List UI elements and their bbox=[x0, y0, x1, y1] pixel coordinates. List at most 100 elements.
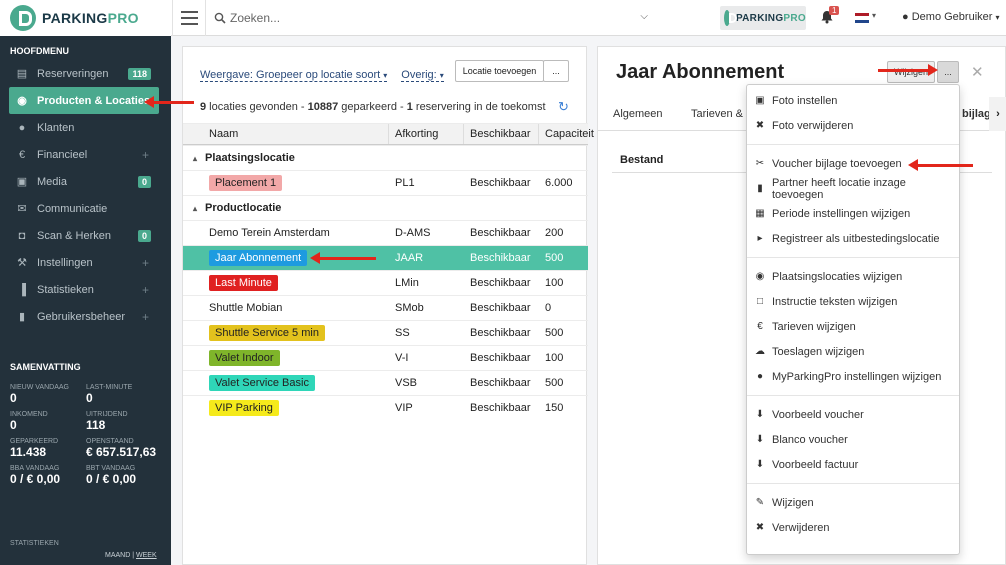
search-input[interactable]: Zoeken... ⌵ bbox=[214, 7, 654, 29]
menu-item-registreer-als-uitbestedingslocatie[interactable]: ▸ Registreer als uitbestedingslocatie bbox=[747, 226, 959, 251]
refresh-icon[interactable]: ↻ bbox=[558, 99, 569, 115]
table-row[interactable]: Shuttle Mobian SMob Beschikbaar 0 bbox=[183, 295, 588, 320]
menu-item-voorbeeld-voucher[interactable]: ⬇ Voorbeeld voucher bbox=[747, 402, 959, 427]
table-group-header[interactable]: Productlocatie bbox=[183, 195, 588, 220]
chevron-down-icon[interactable]: ▾ bbox=[872, 11, 876, 20]
more-options-button[interactable]: ... bbox=[543, 60, 569, 82]
sidebar-item-producten-locaties[interactable]: ◉ Producten & Locaties bbox=[9, 87, 159, 114]
more-options-button[interactable]: ... bbox=[937, 61, 959, 83]
table-row[interactable]: VIP Parking VIP Beschikbaar 150 bbox=[183, 395, 588, 420]
cell-capacity: 100 bbox=[545, 277, 564, 289]
tab-algemeen[interactable]: Algemeen bbox=[613, 108, 663, 120]
count-badge: 0 bbox=[137, 175, 151, 188]
menu-item-label: Partner heeft locatie inzage toevoegen bbox=[771, 176, 906, 201]
table-row[interactable]: Shuttle Service 5 min SS Beschikbaar 500 bbox=[183, 320, 588, 345]
sidebar-item-communicatie[interactable]: ✉ Communicatie bbox=[0, 195, 171, 222]
menu-item-verwijderen[interactable]: ✖ Verwijderen bbox=[747, 515, 959, 540]
cell-availability: Beschikbaar bbox=[470, 177, 531, 189]
column-header[interactable]: Capaciteit bbox=[539, 124, 594, 144]
menu-item-blanco-voucher[interactable]: ⬇ Blanco voucher bbox=[747, 427, 959, 452]
table-group-header[interactable]: Plaatsingslocatie bbox=[183, 145, 588, 170]
plus-icon[interactable]: + bbox=[142, 256, 149, 270]
column-header[interactable]: Beschikbaar bbox=[464, 124, 539, 144]
cell-abbreviation: SMob bbox=[395, 302, 424, 314]
cell-name: Last Minute bbox=[183, 271, 389, 295]
menu-divider bbox=[747, 257, 959, 258]
table-row[interactable]: Valet Indoor V-I Beschikbaar 100 bbox=[183, 345, 588, 370]
menu-item-instructie-teksten-wijzigen[interactable]: □ Instructie teksten wijzigen bbox=[747, 289, 959, 314]
sidebar-item-media[interactable]: ▣ Media 0 bbox=[0, 168, 171, 195]
brand-logo[interactable]: PARKINGPRO bbox=[0, 0, 171, 36]
chevron-right-icon[interactable]: › bbox=[989, 97, 1006, 131]
sidebar-menu-title: HOOFDMENU bbox=[10, 46, 69, 56]
other-dropdown[interactable]: Overig: ▾ bbox=[401, 69, 444, 82]
count-badge: 0 bbox=[137, 229, 151, 242]
sidebar-item-reserveringen[interactable]: ▤ Reserveringen 118 bbox=[0, 60, 171, 87]
table-row[interactable]: Last Minute LMin Beschikbaar 100 bbox=[183, 270, 588, 295]
download-icon: ⬇ bbox=[755, 434, 765, 445]
dutch-flag-icon[interactable] bbox=[855, 13, 869, 23]
cell-capacity: 500 bbox=[545, 252, 564, 264]
table-row[interactable]: Jaar Abonnement JAAR Beschikbaar 500 bbox=[183, 245, 588, 270]
sidebar-item-label: Media bbox=[37, 175, 67, 188]
euro-icon: € bbox=[18, 148, 26, 161]
sidebar-item-instellingen[interactable]: ⚒ Instellingen + bbox=[0, 249, 171, 276]
summary-stat-label: NIEUW VANDAAG bbox=[10, 384, 69, 391]
tab-tarieven[interactable]: Tarieven & T bbox=[691, 108, 753, 120]
summary-stat-value: 11.438 bbox=[10, 445, 47, 459]
plus-icon[interactable]: + bbox=[142, 283, 149, 297]
menu-item-wijzigen[interactable]: ✎ Wijzigen bbox=[747, 490, 959, 515]
menu-divider bbox=[747, 483, 959, 484]
image-icon: ▣ bbox=[16, 176, 28, 188]
column-header[interactable]: Afkorting bbox=[389, 124, 464, 144]
cell-capacity: 6.000 bbox=[545, 177, 573, 189]
sidebar-item-label: Communicatie bbox=[37, 202, 108, 215]
close-icon[interactable]: ✕ bbox=[971, 63, 984, 81]
summary-stat: BBT VANDAAG 0 / € 0,00 bbox=[86, 465, 166, 490]
user-menu[interactable]: ● Demo Gebruiker ▾ bbox=[902, 11, 1000, 23]
period-week-link[interactable]: WEEK bbox=[136, 552, 157, 559]
menu-item-plaatsingslocaties-wijzigen[interactable]: ◉ Plaatsingslocaties wijzigen bbox=[747, 264, 959, 289]
menu-item-toeslagen-wijzigen[interactable]: ☁ Toeslagen wijzigen bbox=[747, 339, 959, 364]
group-label: Plaatsingslocatie bbox=[205, 152, 295, 164]
table-row[interactable]: Placement 1 PL1 Beschikbaar 6.000 bbox=[183, 170, 588, 195]
view-group-dropdown[interactable]: Weergave: Groepeer op locatie soort ▾ bbox=[200, 69, 388, 82]
location-name-tag: Shuttle Service 5 min bbox=[209, 325, 325, 341]
menu-item-foto-verwijderen[interactable]: ✖ Foto verwijderen bbox=[747, 113, 959, 138]
sidebar-item-gebruikersbeheer[interactable]: ▮ Gebruikersbeheer + bbox=[0, 303, 171, 330]
summary-stat-value: 0 bbox=[10, 418, 17, 432]
tags-icon: ▸ bbox=[757, 233, 763, 244]
menu-item-voorbeeld-factuur[interactable]: ⬇ Voorbeeld factuur bbox=[747, 452, 959, 477]
briefcase-icon: ▮ bbox=[18, 311, 26, 323]
period-month-link[interactable]: MAAND bbox=[105, 552, 130, 559]
add-location-button[interactable]: Locatie toevoegen bbox=[455, 60, 544, 82]
sidebar-item-statistieken[interactable]: ▐ Statistieken + bbox=[0, 276, 171, 303]
partner-logo-text: PARKINGPRO bbox=[735, 12, 806, 24]
chevron-down-icon[interactable]: ⌵ bbox=[640, 11, 648, 22]
cell-name: Shuttle Mobian bbox=[183, 296, 389, 320]
menu-toggle-icon[interactable] bbox=[172, 0, 206, 36]
menu-item-foto-instellen[interactable]: ▣ Foto instellen bbox=[747, 88, 959, 113]
menu-item-myparkingpro-instellingen-wijzigen[interactable]: ● MyParkingPro instellingen wijzigen bbox=[747, 364, 959, 389]
sidebar-item-financieel[interactable]: € Financieel + bbox=[0, 141, 171, 168]
partner-logo: PARKINGPRO bbox=[720, 6, 806, 30]
bar-chart-icon: ▐ bbox=[18, 283, 26, 296]
cloud-icon: ☁ bbox=[755, 346, 765, 357]
sidebar-item-klanten[interactable]: ● Klanten bbox=[0, 114, 171, 141]
tab-bijlagen[interactable]: bijlag bbox=[962, 108, 991, 120]
menu-item-partner-heeft-locatie-inzage-toevoegen[interactable]: ▮ Partner heeft locatie inzage toevoegen bbox=[747, 176, 959, 201]
menu-item-periode-instellingen-wijzigen[interactable]: ▦ Periode instellingen wijzigen bbox=[747, 201, 959, 226]
sidebar-item-scan-herken[interactable]: ◘ Scan & Herken 0 bbox=[0, 222, 171, 249]
camera-icon: ◘ bbox=[18, 229, 26, 242]
table-row[interactable]: Demo Terein Amsterdam D-AMS Beschikbaar 200 bbox=[183, 220, 588, 245]
cell-name: Valet Service Basic bbox=[183, 371, 389, 395]
plus-icon[interactable]: + bbox=[142, 310, 149, 324]
menu-item-tarieven-wijzigen[interactable]: € Tarieven wijzigen bbox=[747, 314, 959, 339]
cell-availability: Beschikbaar bbox=[470, 302, 531, 314]
summary-stat-value: 0 bbox=[10, 391, 17, 405]
table-row[interactable]: Valet Service Basic VSB Beschikbaar 500 bbox=[183, 370, 588, 395]
column-header[interactable]: Naam bbox=[183, 124, 389, 144]
plus-icon[interactable]: + bbox=[142, 148, 149, 162]
menu-divider bbox=[747, 395, 959, 396]
menu-item-label: Registreer als uitbestedingslocatie bbox=[772, 232, 940, 245]
